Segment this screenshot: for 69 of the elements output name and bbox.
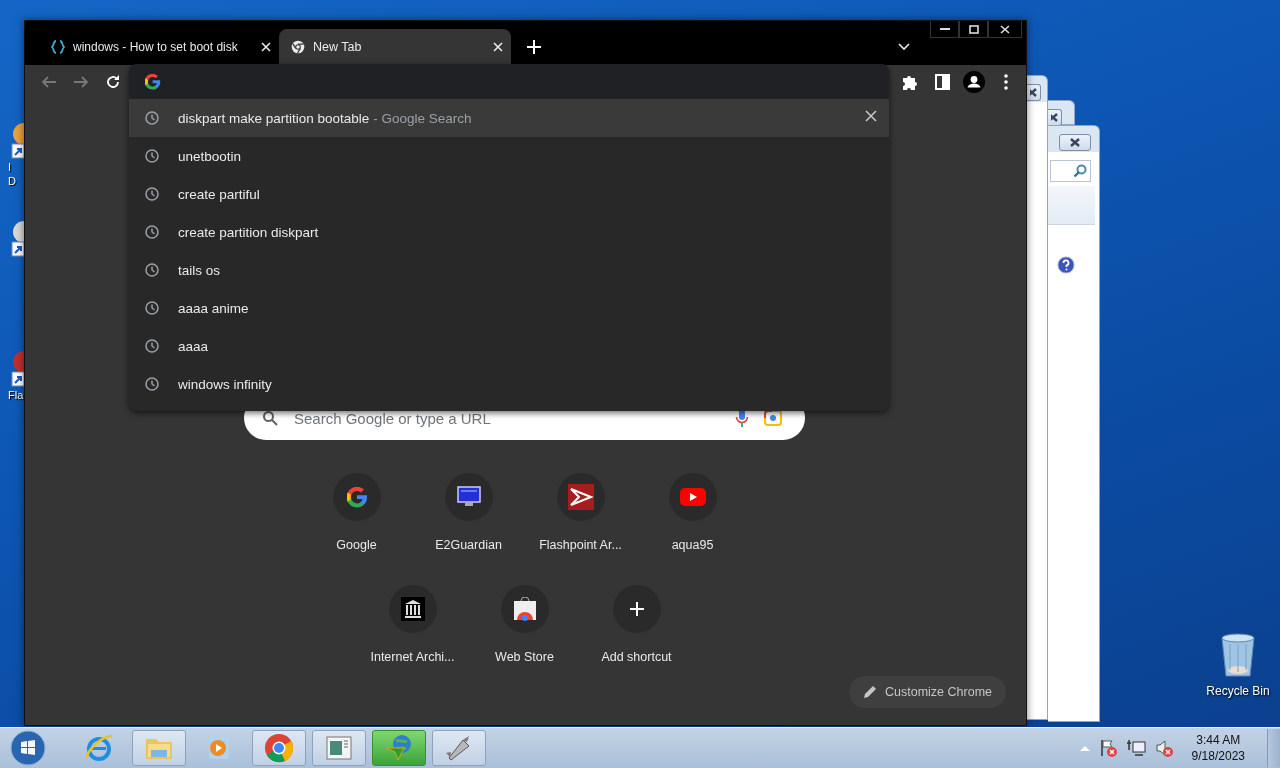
clock-icon: [145, 187, 159, 201]
reload-icon[interactable]: [105, 74, 121, 90]
suggestion-item[interactable]: windows infinity: [129, 365, 889, 403]
pencil-icon: [863, 685, 877, 699]
search-field[interactable]: [1050, 160, 1091, 182]
maximize-button[interactable]: [959, 21, 988, 38]
search-field[interactable]: Search Google or type a URL: [292, 408, 721, 428]
chrome-icon: [291, 40, 305, 54]
suggestion-item[interactable]: diskpart make partition bootable - Google Search: [129, 99, 889, 137]
building-icon: [400, 597, 425, 621]
clock-icon: [145, 301, 159, 315]
search-icon: [262, 410, 278, 426]
profile-icon[interactable]: [962, 70, 986, 94]
back-icon[interactable]: [41, 74, 57, 90]
suggestion-item[interactable]: aaaa anime: [129, 289, 889, 327]
plus-icon[interactable]: [527, 40, 541, 54]
plus-icon: [628, 601, 645, 617]
icon-label: I: [8, 160, 12, 174]
taskbar-button[interactable]: [432, 730, 486, 766]
clock[interactable]: 3:44 AM 9/18/2023: [1191, 732, 1245, 764]
clock-icon: [145, 339, 159, 353]
maximize-icon: [968, 24, 979, 34]
suggestion-item[interactable]: tails os: [129, 251, 889, 289]
suggestion-item[interactable]: unetbootin: [129, 137, 889, 175]
clock-icon: [145, 263, 159, 277]
google-icon: [145, 73, 161, 90]
forward-icon[interactable]: [73, 74, 89, 90]
shortcut-tile[interactable]: aqua95: [636, 473, 749, 585]
arrow-logo-icon: [567, 484, 594, 510]
monitor-icon: [456, 486, 481, 508]
minimize-icon: [939, 27, 950, 31]
icon-label: Fla: [8, 388, 24, 402]
customize-button[interactable]: Customize Chrome: [849, 676, 1006, 708]
braces-icon: [51, 40, 65, 54]
clock-icon: [145, 377, 159, 391]
shortcut-tile[interactable]: Flashpoint Ar...: [524, 473, 637, 585]
suggestion-item[interactable]: create partiful: [129, 175, 889, 213]
clock-icon: [145, 111, 159, 125]
speaker-icon[interactable]: [1153, 738, 1174, 758]
browser-tab[interactable]: New Tab: [279, 29, 511, 65]
desktop-icon-label: Recycle Bin: [1206, 684, 1270, 698]
shortcut-tile[interactable]: Internet Archi...: [356, 585, 469, 697]
close-button[interactable]: [988, 21, 1022, 38]
suggestion-item[interactable]: create partition diskpart: [129, 213, 889, 251]
start-orb-icon[interactable]: [10, 730, 46, 766]
google-icon: [346, 486, 367, 508]
shopping-bag-icon: [512, 597, 537, 621]
network-icon[interactable]: [1125, 738, 1146, 758]
search-icon: [1073, 164, 1087, 178]
close-button[interactable]: [1027, 84, 1041, 101]
shortcut-tile[interactable]: Google: [300, 473, 413, 585]
close-button[interactable]: [1059, 134, 1091, 151]
clock-icon: [145, 149, 159, 163]
chevron-down-icon[interactable]: [898, 43, 910, 51]
icon-label: D: [8, 174, 16, 188]
chrome-icon: [263, 732, 295, 764]
help-icon[interactable]: [1057, 256, 1075, 274]
shortcut-tile[interactable]: Add shortcut: [580, 585, 693, 697]
recycle-bin-icon[interactable]: [1218, 632, 1258, 680]
shortcut-tile[interactable]: E2Guardian: [412, 473, 525, 585]
suggestion-item[interactable]: aaaa: [129, 327, 889, 365]
ie-icon: [83, 732, 115, 764]
taskbar-button[interactable]: [252, 730, 306, 766]
clock-icon: [145, 225, 159, 239]
taskbar-button[interactable]: [312, 730, 366, 766]
minimize-button[interactable]: [930, 21, 959, 38]
shortcut-tile[interactable]: Web Store: [468, 585, 581, 697]
play-icon: [679, 488, 706, 506]
browser-tab[interactable]: windows - How to set boot disk: [39, 29, 279, 65]
